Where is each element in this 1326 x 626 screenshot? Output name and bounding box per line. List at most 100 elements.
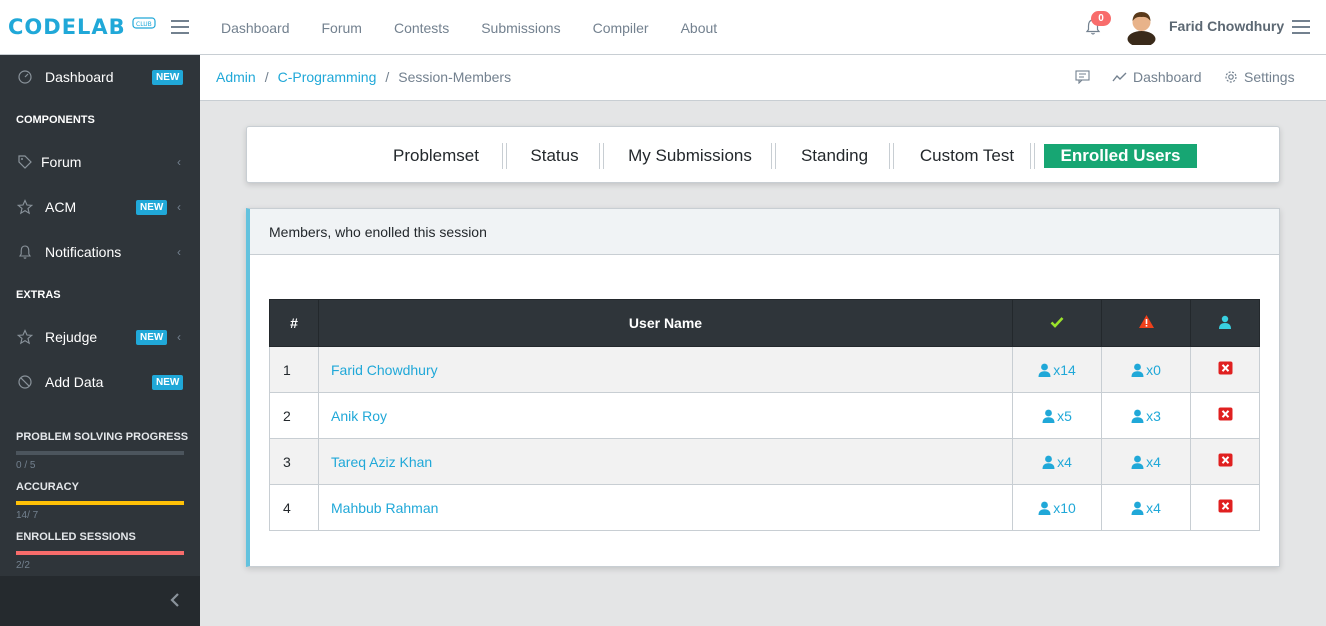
svg-text:CLUB: CLUB (136, 21, 152, 28)
tag-icon (18, 155, 32, 169)
accepted-count[interactable]: x14 (1053, 362, 1076, 378)
wrong-count[interactable]: x0 (1146, 362, 1161, 378)
progress-value: 0 / 5 (16, 460, 36, 471)
sidebar-item-rejudge[interactable]: Rejudge NEW ‹ (0, 317, 200, 357)
member-name-link[interactable]: Farid Chowdhury (331, 362, 438, 378)
column-header-wrong[interactable] (1101, 299, 1191, 347)
column-header-username[interactable]: User Name (318, 299, 1013, 347)
codelab-logo[interactable]: CODELAB CLUB (8, 14, 158, 40)
progress-title: PROBLEM SOLVING PROGRESS (16, 431, 189, 443)
accepted-count[interactable]: x10 (1053, 500, 1076, 516)
tab-enrolled-users[interactable]: Enrolled Users (1044, 144, 1197, 168)
table-row: 3 Tareq Aziz Khan x4 x4 (269, 438, 1260, 485)
chevron-left-icon: ‹ (177, 155, 181, 169)
progress-fill (16, 551, 184, 555)
sidebar-item-forum[interactable]: Forum ‹ (0, 142, 200, 182)
nav-about[interactable]: About (665, 20, 734, 36)
remove-member-button[interactable] (1190, 392, 1260, 439)
tab-status[interactable]: Status (517, 144, 592, 168)
table-row: 4 Mahbub Rahman x10 x4 (269, 484, 1260, 531)
check-icon (1050, 317, 1064, 328)
accepted-count[interactable]: x4 (1057, 454, 1072, 470)
tab-standing[interactable]: Standing (787, 144, 882, 168)
member-name-link[interactable]: Mahbub Rahman (331, 500, 438, 516)
remove-member-button[interactable] (1190, 438, 1260, 485)
close-icon[interactable] (1218, 499, 1233, 513)
breadcrumb-c-programming[interactable]: C-Programming (278, 69, 377, 85)
accepted-cell: x14 (1012, 346, 1102, 393)
bell-icon (19, 245, 31, 259)
chevron-left-icon[interactable] (168, 591, 182, 609)
wrong-count[interactable]: x3 (1146, 408, 1161, 424)
sidebar-item-dashboard[interactable]: Dashboard NEW (0, 57, 200, 97)
breadcrumb: Admin / C-Programming / Session-Members … (200, 55, 1326, 101)
remove-member-button[interactable] (1190, 484, 1260, 531)
aside-menu-button[interactable] (1292, 20, 1310, 34)
avatar[interactable] (1125, 9, 1158, 45)
sidebar-toggle-button[interactable] (171, 20, 189, 34)
member-name-cell: Mahbub Rahman (318, 484, 1013, 531)
progress-title: ENROLLED SESSIONS (16, 531, 136, 543)
column-header-remove[interactable] (1190, 299, 1260, 347)
nav-forum[interactable]: Forum (306, 20, 378, 36)
notification-count-badge: 0 (1091, 11, 1111, 26)
tab-custom-test[interactable]: Custom Test (911, 144, 1023, 168)
user-icon (1131, 363, 1144, 377)
wrong-count[interactable]: x4 (1146, 454, 1161, 470)
graph-icon (1112, 72, 1127, 82)
progress-bar (16, 451, 184, 455)
member-name-link[interactable]: Tareq Aziz Khan (331, 454, 432, 470)
tab-divider (889, 143, 894, 169)
wrong-cell: x3 (1101, 392, 1191, 439)
progress-value: 2/2 (16, 560, 30, 571)
breadcrumb-separator: / (264, 69, 269, 85)
sidebar: Dashboard NEW COMPONENTS Forum ‹ ACM NEW… (0, 55, 200, 626)
column-header-accepted[interactable] (1012, 299, 1102, 347)
user-icon (1131, 455, 1144, 469)
breadcrumb-current: Session-Members (398, 69, 512, 85)
row-number: 2 (269, 392, 319, 439)
breadcrumb-separator: / (385, 69, 390, 85)
tab-problemset[interactable]: Problemset (381, 144, 491, 168)
user-name[interactable]: Farid Chowdhury (1169, 18, 1284, 34)
nav-dashboard[interactable]: Dashboard (205, 20, 306, 36)
wrong-cell: x4 (1101, 484, 1191, 531)
tab-divider (1030, 143, 1035, 169)
nav-contests[interactable]: Contests (378, 20, 465, 36)
breadcrumb-dashboard-label: Dashboard (1133, 69, 1202, 85)
tab-divider (599, 143, 604, 169)
breadcrumb-dashboard-link[interactable]: Dashboard (1112, 69, 1202, 85)
tab-my-submissions[interactable]: My Submissions (620, 144, 760, 168)
progress-bar (16, 501, 184, 505)
tab-divider (771, 143, 776, 169)
user-icon (1131, 409, 1144, 423)
sidebar-item-label: Add Data (45, 374, 104, 390)
accepted-count[interactable]: x5 (1057, 408, 1072, 424)
sidebar-item-add-data[interactable]: Add Data NEW (0, 362, 200, 402)
close-icon[interactable] (1218, 407, 1233, 421)
new-badge: NEW (152, 374, 184, 390)
close-icon[interactable] (1218, 361, 1233, 375)
nav-submissions[interactable]: Submissions (465, 20, 576, 36)
column-header-num[interactable]: # (269, 299, 319, 347)
remove-member-button[interactable] (1190, 346, 1260, 393)
nav-compiler[interactable]: Compiler (577, 20, 665, 36)
accepted-cell: x10 (1012, 484, 1102, 531)
top-nav: Dashboard Forum Contests Submissions Com… (205, 0, 733, 55)
wrong-count[interactable]: x4 (1146, 500, 1161, 516)
member-name-cell: Tareq Aziz Khan (318, 438, 1013, 485)
close-icon[interactable] (1218, 453, 1233, 467)
card-header-title: Members, who enolled this session (269, 224, 487, 240)
sidebar-minimizer[interactable] (0, 576, 200, 626)
ban-icon (18, 375, 32, 389)
comment-icon[interactable] (1075, 70, 1090, 84)
breadcrumb-admin[interactable]: Admin (216, 69, 256, 85)
user-icon (1038, 501, 1051, 515)
sidebar-item-acm[interactable]: ACM NEW ‹ (0, 187, 200, 227)
sidebar-item-notifications[interactable]: Notifications ‹ (0, 232, 200, 272)
sidebar-item-label: Rejudge (45, 329, 98, 345)
progress-fill (16, 501, 184, 505)
member-name-cell: Anik Roy (318, 392, 1013, 439)
member-name-link[interactable]: Anik Roy (331, 408, 387, 424)
breadcrumb-settings-link[interactable]: Settings (1224, 69, 1295, 85)
